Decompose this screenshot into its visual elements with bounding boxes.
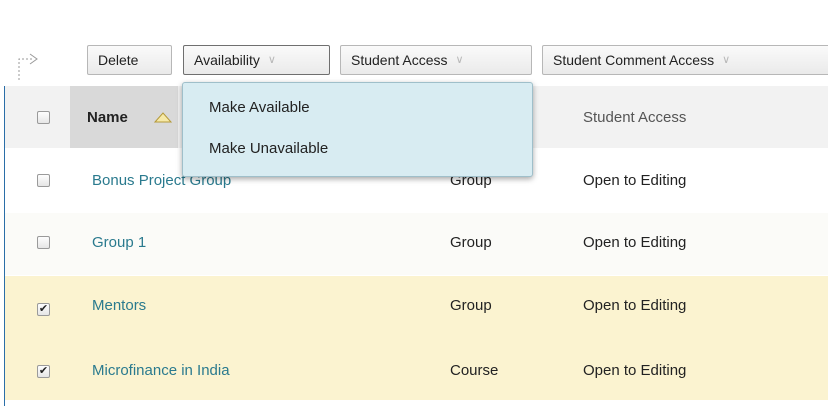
name-header-label: Name: [87, 109, 128, 126]
select-all-checkbox[interactable]: [37, 111, 50, 124]
row-student-access: Open to Editing: [583, 362, 687, 379]
delete-button-label: Delete: [98, 52, 139, 68]
row-student-access: Open to Editing: [583, 172, 687, 189]
row-checkbox[interactable]: [37, 236, 50, 249]
student-access-button-label: Student Access: [351, 52, 448, 68]
double-chevron-down-icon: ∨: [722, 53, 731, 66]
row-type: Group: [450, 234, 492, 251]
checkmark-icon: ✔: [38, 303, 49, 315]
double-chevron-down-icon: ∨: [267, 53, 276, 66]
menu-item-make-available[interactable]: Make Available: [209, 99, 310, 116]
double-chevron-down-icon: ∨: [455, 53, 464, 66]
checkmark-icon: ✔: [38, 365, 49, 377]
row-checkbox[interactable]: ✔: [37, 303, 50, 316]
row-name-link[interactable]: Group 1: [92, 234, 146, 251]
row-name-link[interactable]: Microfinance in India: [92, 362, 230, 379]
row-checkbox[interactable]: [37, 174, 50, 187]
availability-button-label: Availability: [194, 52, 260, 68]
row-type: Group: [450, 297, 492, 314]
row-student-access: Open to Editing: [583, 234, 687, 251]
student-comment-access-button-label: Student Comment Access: [553, 52, 715, 68]
delete-button[interactable]: Delete: [87, 45, 172, 75]
menu-item-make-unavailable[interactable]: Make Unavailable: [209, 140, 328, 157]
student-comment-access-button[interactable]: Student Comment Access ∨: [542, 45, 828, 75]
row-name-link[interactable]: Mentors: [92, 297, 146, 314]
bent-arrow-icon: [18, 53, 38, 80]
action-toolbar: Delete Availability ∨ Student Access ∨ S…: [0, 0, 828, 86]
row-student-access: Open to Editing: [583, 297, 687, 314]
row-checkbox[interactable]: ✔: [37, 365, 50, 378]
student-access-button[interactable]: Student Access ∨: [340, 45, 532, 75]
student-access-header-label: Student Access: [583, 109, 687, 126]
availability-button[interactable]: Availability ∨: [183, 45, 330, 75]
row-type: Course: [450, 362, 499, 379]
availability-dropdown-menu: Make Available Make Unavailable: [182, 82, 533, 177]
sort-ascending-triangle-icon[interactable]: [153, 110, 173, 124]
